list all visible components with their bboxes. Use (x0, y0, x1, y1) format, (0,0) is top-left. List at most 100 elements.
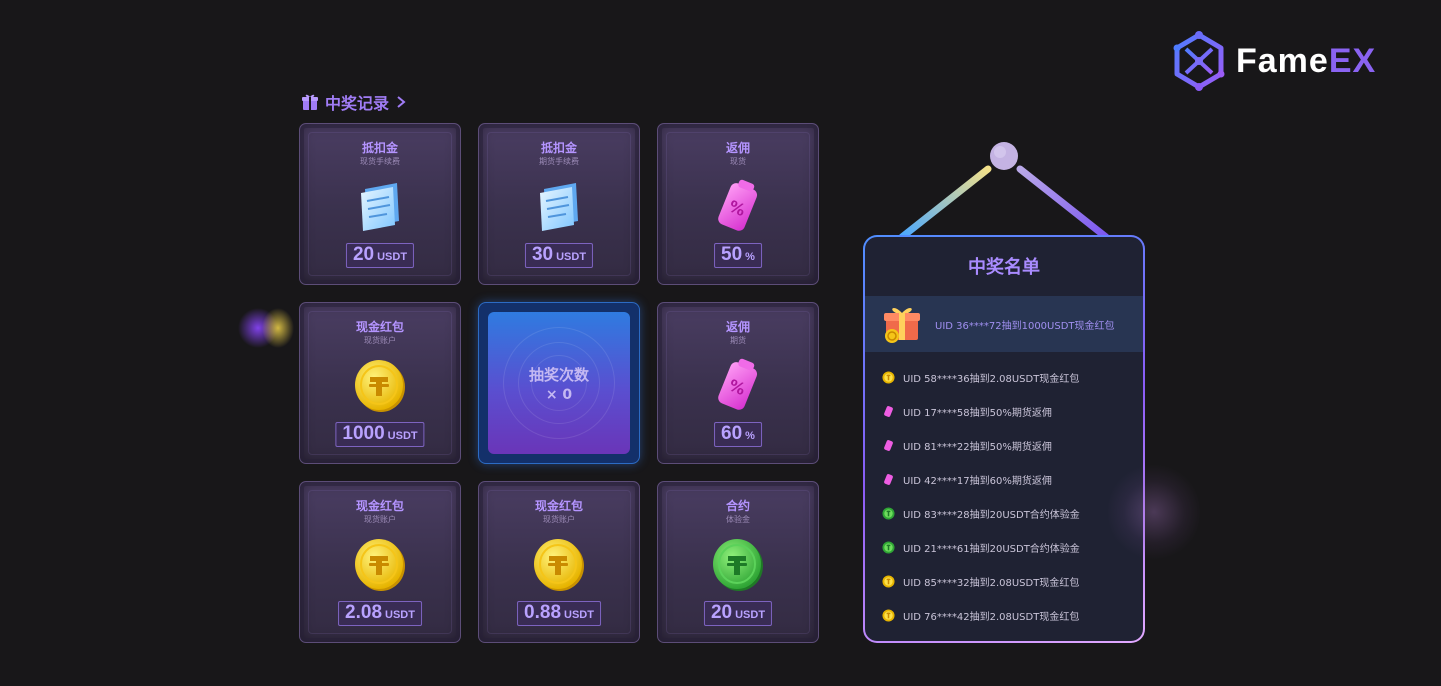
list-item: UID 42****17抽到60%期货返佣 (865, 462, 1143, 496)
prize-amount: 1000 (342, 423, 385, 444)
gold-coin-icon (534, 539, 584, 591)
winners-list: UID 58****36抽到2.08USDT现金红包 UID 17****58抽… (865, 360, 1143, 632)
brand-name-main: Fame (1236, 41, 1329, 80)
prize-cell: 现金红包 现货账户 1000 USDT (299, 302, 461, 464)
prize-amount: 50 (721, 244, 743, 265)
brand-name-accent: EX (1328, 41, 1377, 80)
gold-coin-icon (881, 574, 895, 588)
rebate-tag-icon (883, 473, 893, 485)
brand-logo[interactable]: FameEX (1172, 31, 1376, 91)
win-records-link[interactable]: 中奖记录 (301, 90, 407, 114)
lottery-grid: 抵扣金 现货手续费 20 USDT 抵扣金 期货手续费 30 USDT 返佣 现… (299, 123, 820, 644)
gold-coin-icon (355, 539, 405, 591)
prize-subtitle: 现货手续费 (360, 157, 400, 166)
prize-value: 20 USDT (703, 601, 773, 626)
brand-name: FameEX (1236, 42, 1376, 81)
prize-amount: 30 (531, 244, 554, 265)
winner-text: UID 58****36抽到2.08USDT现金红包 (903, 373, 1080, 385)
prize-title: 合约 (725, 499, 750, 513)
prize-cell: 抵扣金 期货手续费 30 USDT (478, 123, 640, 285)
green-coin-icon (713, 539, 763, 591)
prize-unit: % (745, 251, 755, 263)
prize-title: 现金红包 (534, 499, 583, 513)
winner-text: UID 76****42抽到2.08USDT现金红包 (903, 611, 1080, 623)
rebate-tag-icon: % (718, 358, 758, 410)
green-coin-icon (881, 540, 895, 554)
prize-title: 返佣 (725, 320, 750, 334)
prize-amount: 0.88 (524, 602, 562, 623)
list-item: UID 85****32抽到2.08USDT现金红包 (865, 564, 1143, 598)
winner-text: UID 17****58抽到50%期货返佣 (903, 407, 1052, 419)
winner-text: UID 42****17抽到60%期货返佣 (903, 475, 1052, 487)
win-records-label: 中奖记录 (325, 94, 390, 113)
draw-button[interactable]: 抽奖次数 × 0 (478, 302, 640, 464)
rebate-tag-icon: % (718, 179, 758, 231)
prize-subtitle: 现货账户 (543, 515, 575, 524)
fameex-logo-icon (1173, 31, 1225, 91)
draw-label: 抽奖次数 (528, 365, 589, 384)
prize-cell: 返佣 现货 % 50% (657, 123, 819, 285)
gold-coin-icon (355, 360, 405, 412)
prize-subtitle: 期货手续费 (539, 157, 579, 166)
board-hanger (898, 142, 1110, 240)
gift-icon (302, 94, 318, 110)
list-item: UID 58****36抽到2.08USDT现金红包 (865, 360, 1143, 394)
featured-winner: UID 36****72抽到1000USDT现金红包 (865, 296, 1143, 352)
prize-value: 1000 USDT (335, 422, 425, 447)
gift-box-icon (884, 307, 920, 343)
prize-unit: USDT (556, 251, 587, 263)
list-item: UID 21****61抽到20USDT合约体验金 (865, 530, 1143, 564)
rebate-tag-icon (883, 439, 893, 451)
prize-subtitle: 现货 (730, 157, 746, 166)
winners-board: 中奖名单 UID 36****72抽到1000USDT现金红包 UID 58**… (863, 235, 1145, 643)
winner-text: UID 83****28抽到20USDT合约体验金 (903, 509, 1080, 521)
prize-subtitle: 现货账户 (364, 336, 396, 345)
prize-subtitle: 现货账户 (364, 515, 396, 524)
winner-text: UID 85****32抽到2.08USDT现金红包 (903, 577, 1080, 589)
prize-unit: USDT (564, 609, 594, 621)
gold-coin-icon (881, 608, 895, 622)
prize-value: 20 USDT (345, 243, 415, 268)
list-item: UID 76****42抽到2.08USDT现金红包 (865, 598, 1143, 632)
prize-title: 抵扣金 (361, 141, 398, 155)
prize-amount: 2.08 (345, 602, 383, 623)
featured-winner-text: UID 36****72抽到1000USDT现金红包 (935, 320, 1115, 332)
prize-subtitle: 体验金 (726, 515, 750, 524)
prize-title: 抵扣金 (540, 141, 577, 155)
decorative-glow (238, 308, 294, 348)
prize-value: 50% (714, 243, 762, 268)
ticket-icon (361, 183, 399, 231)
prize-unit: % (745, 430, 755, 442)
prize-title: 返佣 (725, 141, 750, 155)
decorative-glow (1108, 462, 1200, 562)
prize-title: 现金红包 (355, 499, 404, 513)
prize-unit: USDT (385, 609, 415, 621)
rebate-tag-icon (883, 405, 893, 417)
prize-unit: USDT (377, 251, 408, 263)
list-item: UID 81****22抽到50%期货返佣 (865, 428, 1143, 462)
prize-unit: USDT (387, 430, 418, 442)
ticket-icon (540, 183, 578, 231)
gold-coin-icon (881, 370, 895, 384)
prize-value: 0.88 USDT (517, 601, 601, 626)
prize-amount: 20 (710, 602, 733, 623)
prize-amount: 20 (352, 244, 375, 265)
prize-cell: 合约 体验金 20 USDT (657, 481, 819, 643)
prize-title: 现金红包 (355, 320, 404, 334)
list-item: UID 83****28抽到20USDT合约体验金 (865, 496, 1143, 530)
prize-unit: USDT (735, 609, 766, 621)
prize-amount: 60 (721, 423, 743, 444)
prize-value: 60% (714, 422, 762, 447)
winner-text: UID 81****22抽到50%期货返佣 (903, 441, 1052, 453)
winner-text: UID 21****61抽到20USDT合约体验金 (903, 543, 1080, 555)
list-item: UID 17****58抽到50%期货返佣 (865, 394, 1143, 428)
prize-cell: 返佣 期货 % 60% (657, 302, 819, 464)
prize-cell: 现金红包 现货账户 0.88 USDT (478, 481, 640, 643)
prize-value: 30 USDT (524, 243, 594, 268)
prize-value: 2.08 USDT (338, 601, 422, 626)
prize-cell: 现金红包 现货账户 2.08 USDT (299, 481, 461, 643)
winners-title: 中奖名单 (968, 257, 1040, 278)
draw-count: × 0 (545, 386, 573, 403)
green-coin-icon (881, 506, 895, 520)
chevron-right-icon (397, 96, 406, 108)
